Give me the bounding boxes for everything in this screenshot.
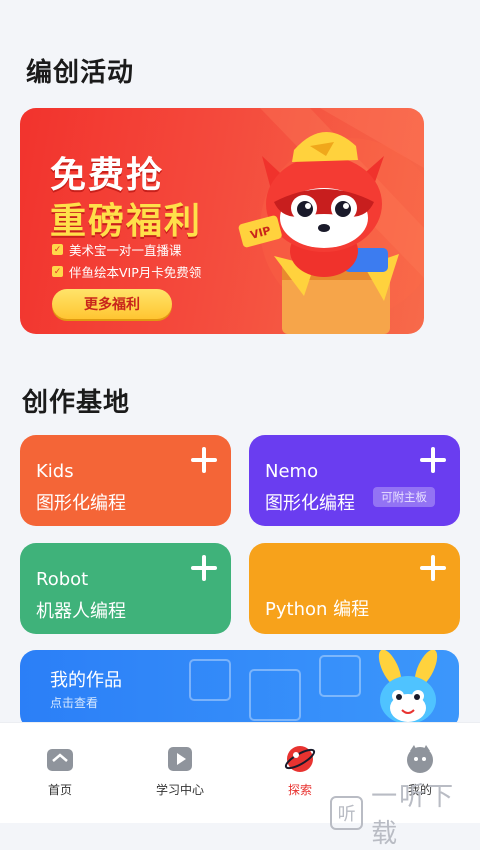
my-works-title: 我的作品 xyxy=(50,670,122,691)
banner-bullet-text: 美术宝一对一直播课 xyxy=(69,243,182,258)
watermark-logo-icon: 听 xyxy=(330,796,364,830)
card-subtitle: 图形化编程 xyxy=(36,493,126,514)
robot-programming-card[interactable]: Robot 机器人编程 xyxy=(20,543,231,634)
bunny-mascot-illustration xyxy=(378,650,438,724)
more-benefits-button[interactable]: 更多福利 xyxy=(52,289,172,319)
profile-icon xyxy=(407,745,433,773)
check-icon: ✓ xyxy=(52,244,63,255)
tab-label: 学习中心 xyxy=(155,783,204,797)
card-title: Nemo xyxy=(265,461,319,482)
plus-icon[interactable] xyxy=(191,447,217,473)
python-programming-card[interactable]: Python 编程 xyxy=(249,543,460,634)
plus-icon[interactable] xyxy=(420,447,446,473)
card-subtitle: 图形化编程 xyxy=(265,493,355,514)
base-section-title: 创作基地 xyxy=(22,388,131,418)
tab-label: 探索 xyxy=(287,783,312,797)
card-subtitle: 机器人编程 xyxy=(36,601,126,622)
tab-label: 首页 xyxy=(47,783,72,797)
nemo-programming-card[interactable]: Nemo 图形化编程 可附主板 xyxy=(249,435,460,526)
banner-bullet-1: ✓ 美术宝一对一直播课 xyxy=(52,240,182,259)
my-works-subtitle: 点击查看 xyxy=(50,696,99,710)
tab-home[interactable]: 首页 xyxy=(20,743,100,798)
banner-headline-1: 免费抢 xyxy=(50,155,165,196)
kids-programming-card[interactable]: Kids 图形化编程 xyxy=(20,435,231,526)
promo-banner[interactable]: 免费抢 重磅福利 ✓ 美术宝一对一直播课 ✓ 伴鱼绘本VIP月卡免费领 更多福利 xyxy=(20,108,424,334)
plus-icon[interactable] xyxy=(420,555,446,581)
watermark-text: 一听下载 xyxy=(371,782,456,849)
banner-bullet-text: 伴鱼绘本VIP月卡免费领 xyxy=(69,265,202,280)
card-title: Python 编程 xyxy=(265,599,370,620)
planet-icon xyxy=(284,746,316,772)
banner-bullet-2: ✓ 伴鱼绘本VIP月卡免费领 xyxy=(52,262,201,281)
activities-section-title: 编创活动 xyxy=(26,58,135,88)
home-icon xyxy=(47,749,73,771)
fox-mascot-illustration: VIP xyxy=(238,131,399,334)
code-pattern-decoration xyxy=(189,655,361,721)
tab-explore[interactable]: 探索 xyxy=(260,743,340,798)
card-title: Robot xyxy=(36,569,89,590)
tab-learning-center[interactable]: 学习中心 xyxy=(140,743,220,798)
banner-headline-2: 重磅福利 xyxy=(50,201,203,242)
board-tag: 可附主板 xyxy=(373,487,435,507)
watermark: 听 一听下载 xyxy=(330,776,480,850)
plus-icon[interactable] xyxy=(191,555,217,581)
my-works-banner[interactable]: 我的作品 点击查看 xyxy=(20,650,459,730)
play-icon xyxy=(168,747,192,771)
card-title: Kids xyxy=(36,461,74,482)
check-icon: ✓ xyxy=(52,266,63,277)
